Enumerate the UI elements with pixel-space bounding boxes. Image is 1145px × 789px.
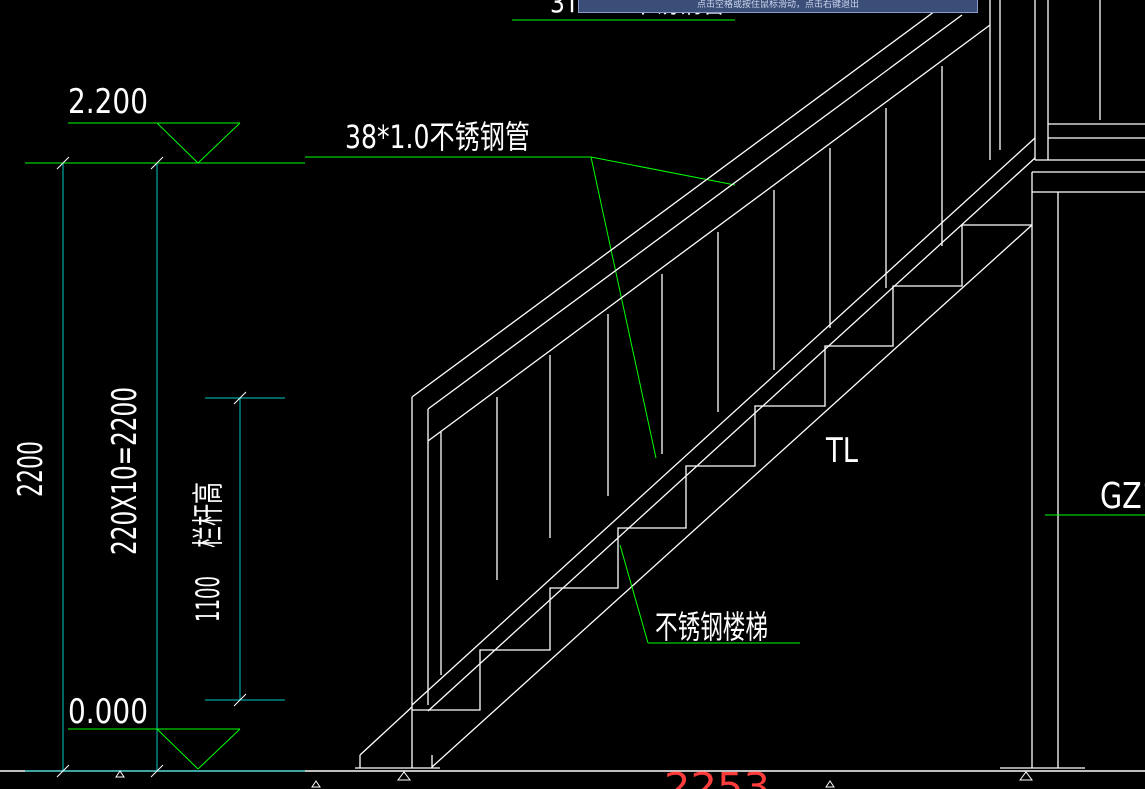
handrail-label: 38*1.0不锈钢管 (345, 118, 530, 156)
status-tooltip: 点击空格或按住鼠标滑动，点击右键退出 (578, 0, 978, 13)
total-height-dim-text: 2200 (11, 441, 51, 497)
bottom-markers (115, 770, 1033, 788)
railing-height-value: 1100 (189, 576, 227, 622)
step-dim-text: 220X10=2200 (105, 387, 145, 555)
stair-structure (355, 0, 1145, 769)
elevation-symbol-top (68, 122, 241, 164)
elevation-top-text: 2.200 (68, 82, 148, 122)
column-label: GZ1 (1100, 476, 1145, 517)
bottom-dimension-text: 2253 (664, 765, 770, 789)
railing-height-label: 栏杆高 (189, 482, 227, 548)
handrail-leader (305, 156, 736, 459)
beam-label: TL (825, 431, 858, 471)
stair-label: 不锈钢楼梯 (655, 608, 768, 646)
elevation-bottom-text: 0.000 (68, 692, 148, 732)
cad-drawing-canvas[interactable]: 2.200 0.000 2200 220X10=2200 栏杆高 1100 38… (0, 0, 1145, 789)
height-dimension (25, 156, 305, 778)
elevation-symbol-bottom (68, 728, 241, 770)
